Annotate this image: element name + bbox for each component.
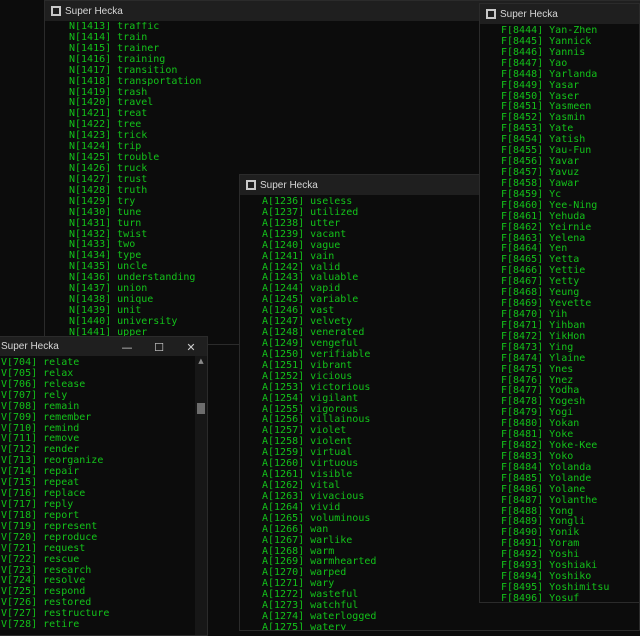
console-line: N[1430] tune [69, 206, 142, 218]
console-line: F[8496] Yosuf [501, 592, 580, 602]
console-line: F[8475] Ynes [501, 363, 574, 375]
console-line: N[1418] transportation [69, 75, 202, 87]
console-line: A[1275] watery [262, 621, 347, 630]
app-icon [486, 9, 496, 19]
scroll-up-arrow-icon[interactable]: ▲ [195, 356, 207, 366]
console-line: A[1254] vigilant [262, 392, 359, 404]
console-output: V[704] relate V[705] relax V[706] release V… [1, 358, 109, 635]
console-line: F[8462] Yeirnie [501, 221, 592, 233]
console-line: F[8449] Yasar [501, 79, 580, 91]
window-title: Super Hecka [1, 341, 59, 352]
console-line: F[8486] Yolane [501, 483, 586, 495]
console-line: N[1417] transition [69, 64, 178, 76]
console-line: F[8461] Yehuda [501, 210, 586, 222]
firstname-list: F[8444] Yan-Zhen F[8445] Yannick F[8446] Y… [501, 26, 609, 602]
console-output: N[1413] traffic N[1414] train N[1415] trai… [69, 22, 201, 344]
title-bar[interactable]: Super Hecka [480, 4, 639, 24]
scrollbar-thumb[interactable] [197, 403, 205, 414]
maximize-button[interactable]: ☐ [143, 337, 175, 357]
console-line: V[722] rescue [1, 553, 80, 565]
console-line: A[1240] vague [262, 239, 341, 251]
console-output: F[8444] Yan-Zhen F[8445] Yannick F[8446] Y… [501, 26, 609, 602]
console-line: A[1266] wan [262, 523, 329, 535]
title-bar[interactable]: Super Hecka — ☐ ✕ [0, 337, 207, 356]
app-icon [51, 6, 61, 16]
console-line: A[1267] warlike [262, 534, 353, 546]
close-button[interactable]: ✕ [175, 337, 207, 357]
console-line: N[1431] turn [69, 217, 142, 229]
minimize-button[interactable]: — [111, 337, 143, 357]
verb-list: V[704] relate V[705] relax V[706] release V… [1, 358, 109, 631]
noun-list: N[1413] traffic N[1414] train N[1415] trai… [69, 22, 201, 339]
console-window-verbs[interactable]: Super Hecka — ☐ ✕ V[704] relate V[705] re… [0, 336, 208, 636]
console-window-firstnames[interactable]: Super Hecka F[8444] Yan-Zhen F[8445] Yann… [479, 3, 640, 603]
console-line: F[8448] Yarlanda [501, 68, 598, 80]
console-line: V[708] remain [1, 400, 80, 412]
window-title: Super Hecka [500, 8, 558, 20]
console-line: V[721] request [1, 542, 86, 554]
app-icon [246, 180, 256, 190]
vertical-scrollbar[interactable]: ▲ [195, 356, 207, 635]
console-line: F[8487] Yolanthe [501, 494, 598, 506]
console-line: A[1241] vain [262, 250, 335, 262]
console-line: A[1253] victorious [262, 381, 371, 393]
console-output: A[1236] useless A[1237] utilized A[1238] u… [262, 197, 376, 630]
window-title: Super Hecka [260, 179, 318, 191]
console-line: V[709] remember [1, 411, 92, 423]
adjective-list: A[1236] useless A[1237] utilized A[1238] u… [262, 197, 376, 630]
window-controls: — ☐ ✕ [111, 337, 207, 357]
console-line: F[8474] Ylaine [501, 352, 586, 364]
console-line: V[728] retire [1, 619, 80, 631]
window-title: Super Hecka [65, 5, 123, 17]
